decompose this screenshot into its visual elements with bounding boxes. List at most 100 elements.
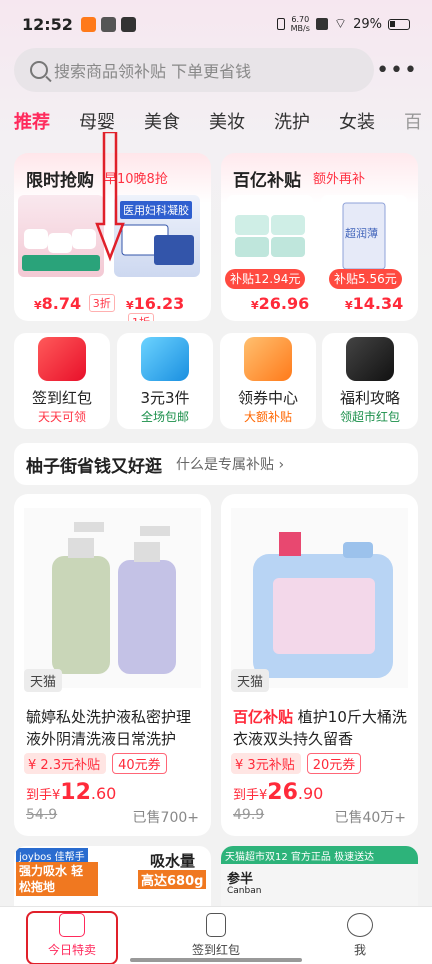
platform-badge: 天猫 (231, 669, 270, 692)
quick-entry-label: 3元3件 (140, 389, 190, 407)
product-image (231, 508, 408, 688)
subsidy-tag-1: 补贴12.94元 (225, 269, 306, 289)
tab-recommend[interactable]: 推荐 (14, 108, 50, 140)
vibrate-icon (276, 18, 285, 30)
profile-icon (347, 913, 373, 937)
gel-product-text: 医用妇科凝胶 (120, 201, 192, 219)
coupon-tag: 40元券 (112, 753, 167, 774)
flash-product-image-1[interactable] (18, 195, 104, 277)
status-bar: 12:52 6.70 MB/s ⌔ 29% (0, 0, 432, 48)
product-card[interactable]: 天猫 毓婷私处洗护液私密护理液外阴清洗液日常洗护 ¥ 2.3元补贴 40元券 到… (14, 494, 211, 836)
nav-label: 签到红包 (191, 943, 240, 957)
quick-entry-label: 领券中心 (237, 389, 298, 407)
net-speed-value: 6.70 (291, 15, 310, 24)
battery-level: 29% (353, 16, 382, 32)
product-name: 百亿补贴 植护10斤大桶洗衣液双头持久留香 (233, 706, 410, 750)
billion-product-image-1[interactable] (227, 195, 313, 277)
quick-entry-welfare[interactable]: 福利攻略 领超市红包 (322, 333, 418, 429)
wallet-icon: ¥ (235, 758, 244, 773)
final-price-prefix: 到手¥ (233, 788, 268, 803)
subsidy-info-link-text: 什么是专属补贴 (176, 457, 274, 473)
coupon-icon (244, 337, 292, 381)
red-envelope-icon (38, 337, 86, 381)
final-price-prefix: 到手¥ (26, 788, 61, 803)
subsidy-tag: ¥ 2.3元补贴 (24, 753, 107, 774)
nav-me[interactable]: 我 (310, 913, 410, 958)
final-price-dec: .60 (90, 784, 117, 803)
tmall-cat-icon (346, 337, 394, 381)
final-price-int: 26 (267, 780, 298, 805)
red-packet-icon (206, 913, 226, 937)
quick-entry-sub: 大额补贴 (243, 410, 292, 424)
subsidy-tag-2: 补贴5.56元 (329, 269, 402, 289)
wifi-icon: ⌔ (333, 16, 348, 32)
discount-badge: 3折 (88, 294, 115, 312)
quick-entry-label: 签到红包 (31, 389, 92, 407)
billion-price-2-value: 14.34 (352, 294, 404, 313)
quick-entry-sub: 领超市红包 (339, 410, 400, 424)
final-price: 到手¥26.90 (233, 780, 323, 805)
home-indicator[interactable] (130, 958, 302, 962)
wallet-icon: ¥ (28, 758, 37, 773)
teaser-promo: 强力吸水 轻松拖地 (16, 862, 98, 896)
currency-symbol: ¥ (251, 299, 259, 312)
nav-today-sale[interactable]: 今日特卖 (22, 911, 122, 964)
notification-icon (80, 16, 96, 32)
flash-price-1: ¥8.74 3折 (34, 294, 115, 313)
shopping-basket-icon (141, 337, 189, 381)
tab-beauty[interactable]: 美妆 (209, 108, 245, 140)
currency-symbol: ¥ (126, 299, 134, 312)
billion-subsidy-card[interactable]: 百亿补贴 额外再补 超润薄 补贴12.94元 补贴5.56元 ¥26.96 ¥1… (221, 153, 418, 321)
bottom-nav: 今日特卖 签到红包 我 (0, 906, 432, 964)
quick-entry-3for3[interactable]: 3元3件 全场包邮 (117, 333, 213, 429)
quick-entry-signin[interactable]: 签到红包 天天可领 (14, 333, 110, 429)
billion-subsidy-highlight: 百亿补贴 (233, 708, 294, 726)
teaser-brand: 参半 (227, 872, 254, 887)
quick-entry-label: 福利攻略 (339, 389, 400, 407)
subsidy-info-link[interactable]: 什么是专属补贴 › (176, 454, 284, 474)
wipes-pack-icon (22, 229, 100, 271)
product-card-teaser-right[interactable]: 天猫超市双12 官方正品 极速送达 参半 Canban (221, 846, 418, 906)
search-icon (30, 61, 48, 79)
more-options-icon[interactable]: ••• (376, 58, 418, 83)
flash-price-2-value: 16.23 (133, 294, 185, 313)
final-price-dec: .90 (297, 784, 324, 803)
product-image (24, 508, 201, 688)
billion-subsidy-subtitle: 额外再补 (313, 172, 366, 187)
section-title: 柚子街省钱又好逛 (26, 456, 162, 477)
billion-subsidy-title: 百亿补贴 (233, 171, 301, 191)
tab-food[interactable]: 美食 (144, 108, 180, 140)
box-product-text: 超润薄 (345, 227, 378, 240)
product-card-teaser-left[interactable]: joybos 佳帮手 强力吸水 轻松拖地 吸水量 高达680g (14, 846, 211, 906)
sim-icon (315, 18, 328, 30)
billion-price-2: ¥14.34 (345, 294, 403, 313)
quick-entry-coupon-center[interactable]: 领券中心 大额补贴 (220, 333, 316, 429)
subsidy-text: 2.3元补贴 (40, 758, 101, 773)
tab-more[interactable]: 百 (404, 108, 422, 140)
nav-signin-redpacket[interactable]: 签到红包 (166, 913, 266, 958)
currency-symbol: ¥ (345, 299, 353, 312)
teaser-title: 吸水量 (150, 852, 196, 870)
chevron-right-icon: › (278, 457, 285, 473)
flash-price-2: ¥16.23 1折 (126, 294, 211, 321)
tab-women[interactable]: 女装 (339, 108, 375, 140)
section-header: 柚子街省钱又好逛 什么是专属补贴 › (14, 443, 418, 485)
subsidy-text: 3元补贴 (247, 758, 295, 773)
platform-badge: 天猫 (24, 669, 63, 692)
billion-product-image-2[interactable]: 超润薄 (321, 195, 407, 277)
tab-wash[interactable]: 洗护 (274, 108, 310, 140)
product-card[interactable]: 天猫 百亿补贴 植护10斤大桶洗衣液双头持久留香 ¥ 3元补贴 20元券 到手¥… (221, 494, 418, 836)
app-notification-icon (100, 16, 116, 32)
quick-entry-sub: 全场包邮 (140, 410, 189, 424)
flash-sale-title: 限时抢购 (26, 171, 94, 191)
flash-product-image-2[interactable]: 医用妇科凝胶 (114, 195, 200, 277)
original-price: 49.9 (233, 807, 265, 823)
sold-count: 已售40万+ (334, 810, 406, 826)
flash-price-1-value: 8.74 (41, 294, 82, 313)
search-placeholder: 搜索商品领补贴 下单更省钱 (54, 62, 252, 81)
billion-price-1: ¥26.96 (251, 294, 309, 313)
net-speed: 6.70 MB/s (291, 15, 310, 33)
annotation-arrow-icon (95, 132, 125, 262)
search-input[interactable]: 搜索商品领补贴 下单更省钱 (14, 48, 374, 92)
teaser-brand-en: Canban (227, 886, 262, 896)
